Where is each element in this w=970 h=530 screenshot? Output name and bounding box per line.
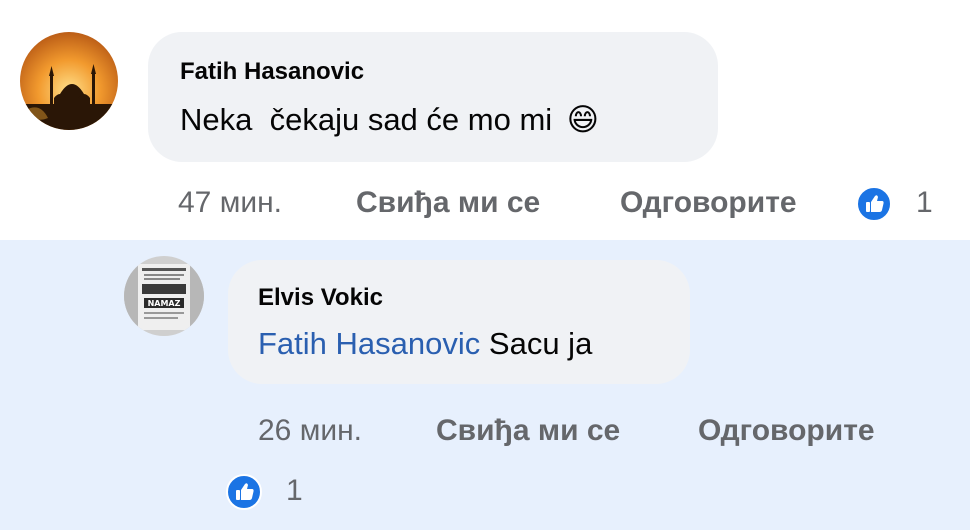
avatar-fatih[interactable] <box>20 32 118 130</box>
mention-link[interactable]: Fatih Hasanovic <box>258 326 480 361</box>
comment-author[interactable]: Fatih Hasanovic <box>180 58 364 86</box>
reply-reaction-count[interactable]: 1 <box>286 474 303 508</box>
reply-reply-button[interactable]: Одговорите <box>698 414 875 448</box>
reply-author[interactable]: Elvis Vokic <box>258 284 383 312</box>
reply-timestamp[interactable]: 26 мин. <box>258 414 362 448</box>
reply-like-reaction-badge[interactable] <box>226 474 262 510</box>
comment-bubble: Fatih Hasanovic Neka čekaju sad će mo mi… <box>148 32 718 162</box>
svg-text:NAMAZ: NAMAZ <box>148 299 181 308</box>
comment-timestamp[interactable]: 47 мин. <box>178 186 282 220</box>
comment-thread: Fatih Hasanovic Neka čekaju sad će mo mi… <box>0 0 970 530</box>
reply-bubble: Elvis Vokic Fatih Hasanovic Sacu ja <box>228 260 690 384</box>
thumbs-up-icon <box>236 483 254 500</box>
mosque-sunset-avatar-icon <box>20 32 118 130</box>
comment-text-content: Neka čekaju sad će mo mi <box>180 102 553 137</box>
reply-like-button[interactable]: Свиђа ми се <box>436 414 620 448</box>
grinning-face-emoji: 😄 <box>566 102 600 137</box>
reaction-count[interactable]: 1 <box>916 186 933 220</box>
reply-text-content: Sacu ja <box>488 326 593 361</box>
namaz-poster-avatar-icon: NAMAZ <box>124 256 204 336</box>
like-button[interactable]: Свиђа ми се <box>356 186 540 220</box>
avatar-elvis[interactable]: NAMAZ <box>124 256 204 336</box>
thumbs-up-icon <box>866 195 884 212</box>
like-reaction-badge[interactable] <box>856 186 892 222</box>
reply-text: Fatih Hasanovic Sacu ja <box>258 326 592 362</box>
reply-button[interactable]: Одговорите <box>620 186 797 220</box>
comment-text: Neka čekaju sad će mo mi 😄 <box>180 102 599 138</box>
